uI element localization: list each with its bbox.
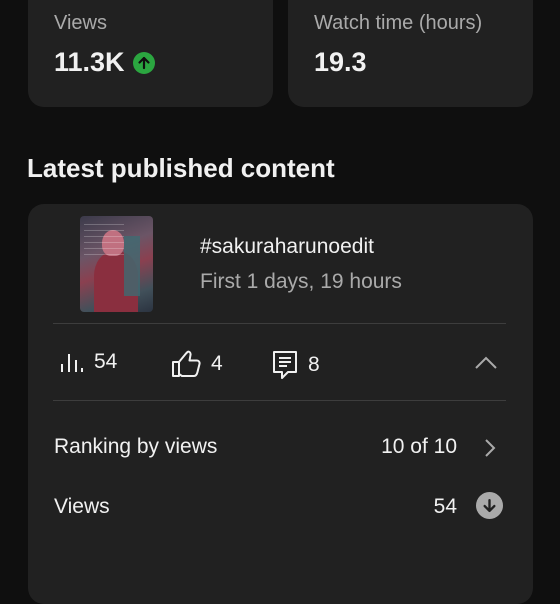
latest-content-card: #sakuraharunoedit First 1 days, 19 hours… [28, 204, 533, 604]
ranking-value: 10 of 10 [381, 435, 457, 458]
views-stat-label: Views [54, 12, 107, 34]
watch-time-stat-label: Watch time (hours) [314, 12, 483, 34]
chevron-right-icon[interactable] [483, 437, 497, 464]
views-stat-card[interactable]: Views 11.3K [28, 0, 273, 107]
views-row-label: Views [54, 495, 110, 518]
comments-metric: 8 [272, 350, 320, 380]
watch-time-stat-card[interactable]: Watch time (hours) 19.3 [288, 0, 533, 107]
views-metric-value: 54 [94, 350, 118, 373]
video-title[interactable]: #sakuraharunoedit [200, 235, 374, 259]
ranking-label: Ranking by views [54, 435, 218, 458]
likes-metric-value: 4 [211, 352, 223, 375]
views-row-value: 54 [433, 495, 457, 518]
comment-icon [273, 351, 297, 379]
views-stat-value: 11.3K [54, 47, 125, 77]
watch-time-stat-value: 19.3 [314, 47, 367, 77]
arrow-down-circle-icon [476, 492, 503, 519]
divider [53, 400, 506, 401]
video-subtitle: First 1 days, 19 hours [200, 270, 402, 293]
video-thumbnail[interactable] [80, 216, 153, 312]
comments-metric-value: 8 [308, 353, 320, 376]
bar-chart-icon [61, 354, 83, 372]
likes-metric: 4 [171, 350, 223, 378]
chevron-up-icon[interactable] [474, 354, 498, 375]
arrow-up-circle-icon [132, 51, 155, 74]
section-title: Latest published content [27, 153, 335, 183]
views-stat-value-row: 11.3K [54, 47, 155, 78]
views-metric: 54 [60, 350, 117, 374]
divider [53, 323, 506, 324]
thumbs-up-icon [172, 350, 201, 377]
